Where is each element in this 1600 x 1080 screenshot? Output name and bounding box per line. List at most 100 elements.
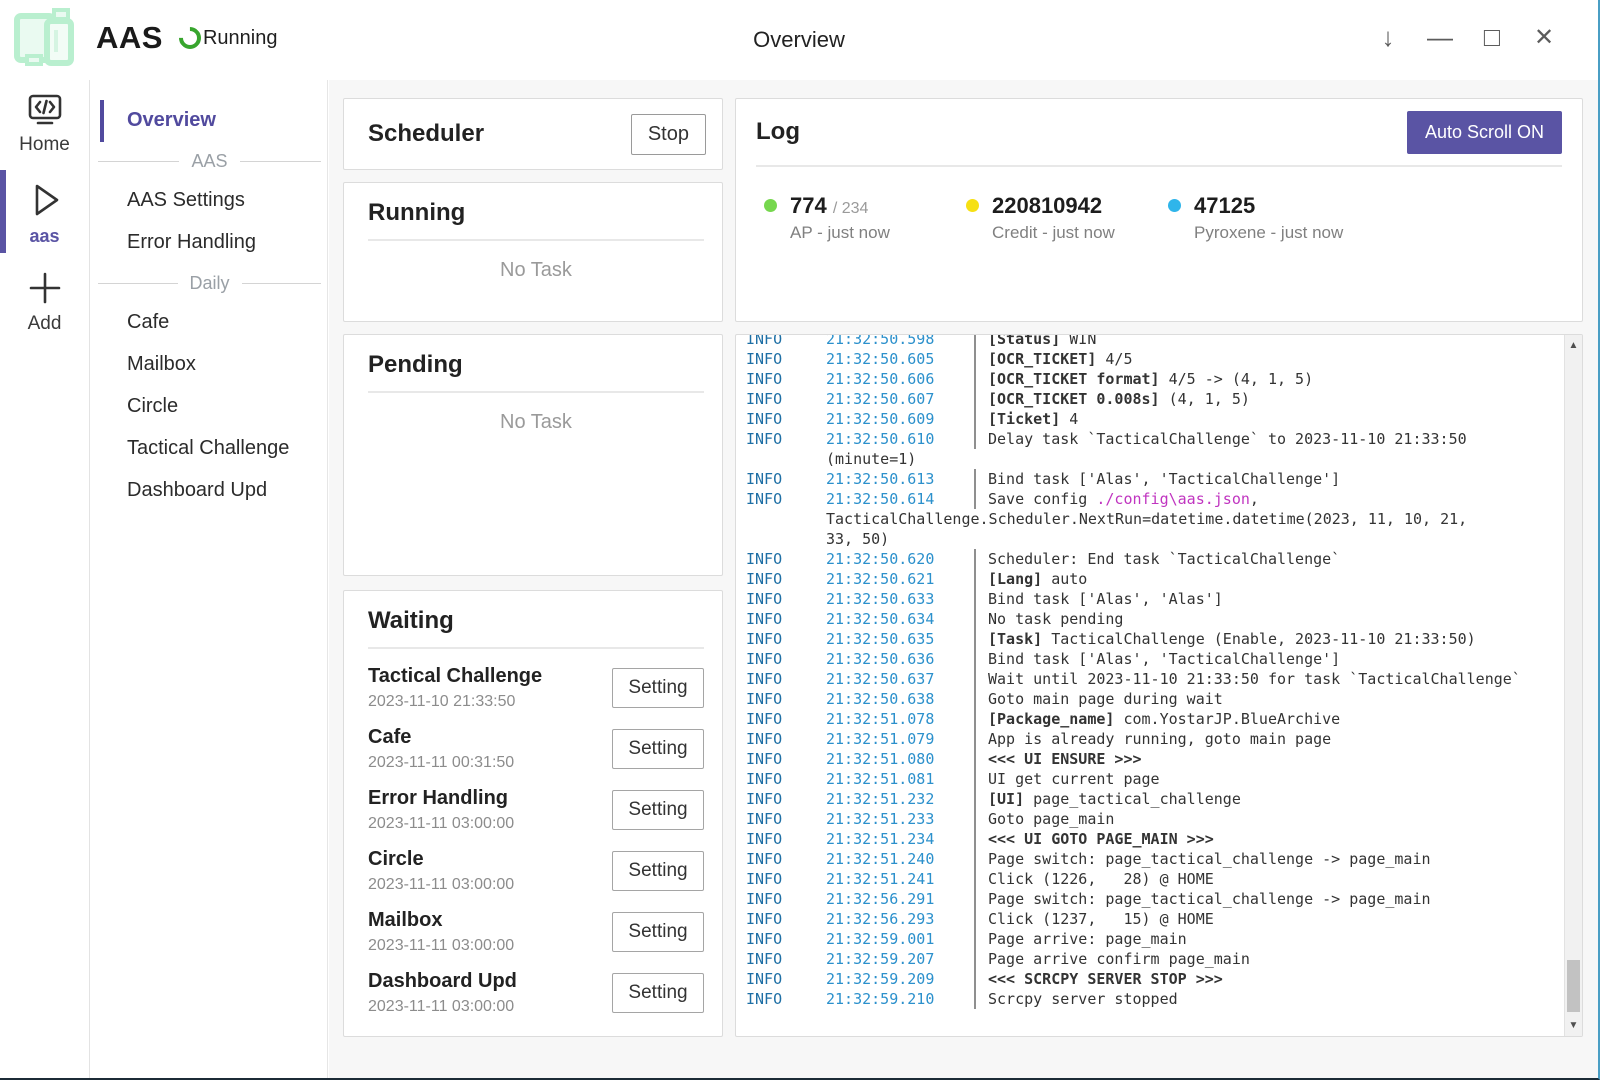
nav-item[interactable]: AAS Settings <box>90 180 327 222</box>
log-timestamp: 21:32:59.209 <box>826 969 974 989</box>
task-name: Tactical Challenge <box>368 665 542 688</box>
setting-button[interactable]: Setting <box>612 973 704 1013</box>
setting-button[interactable]: Setting <box>612 851 704 891</box>
page-title: Overview <box>0 27 1598 53</box>
log-message: Bind task ['Alas', 'TacticalChallenge'] <box>988 469 1340 489</box>
log-separator <box>974 389 976 409</box>
nav-item[interactable]: Dashboard Upd <box>90 470 327 512</box>
waiting-task-row: Error Handling 2023-11-11 03:00:00 Setti… <box>368 779 704 840</box>
nav-group1-items: AAS SettingsError Handling <box>90 180 327 264</box>
setting-button[interactable]: Setting <box>612 912 704 952</box>
log-timestamp: 21:32:56.293 <box>826 909 974 929</box>
stat-pyroxene: 47125 Pyroxene - just now <box>1168 193 1370 243</box>
waiting-card: Waiting Tactical Challenge 2023-11-10 21… <box>343 590 723 1037</box>
log-line: INFO 21:32:50.614 Save config ./config\a… <box>746 489 1563 509</box>
waiting-task-row: Circle 2023-11-11 03:00:00 Setting <box>368 840 704 901</box>
setting-button[interactable]: Setting <box>612 668 704 708</box>
log-timestamp: 21:32:50.638 <box>826 689 974 709</box>
auto-scroll-button[interactable]: Auto Scroll ON <box>1407 111 1562 154</box>
divider-line <box>98 283 178 284</box>
log-level: INFO <box>746 349 826 369</box>
waiting-task-row: Dashboard Upd 2023-11-11 03:00:00 Settin… <box>368 962 704 1023</box>
waiting-task-info: Error Handling 2023-11-11 03:00:00 <box>368 787 514 833</box>
maximize-icon[interactable]: □ <box>1466 14 1518 60</box>
log-line: INFO 21:32:59.001 Page arrive: page_main <box>746 929 1563 949</box>
log-message: TacticalChallenge.Scheduler.NextRun=date… <box>826 509 1467 529</box>
log-timestamp: 21:32:51.078 <box>826 709 974 729</box>
log-timestamp: 21:32:50.620 <box>826 549 974 569</box>
nav-item[interactable]: Cafe <box>90 302 327 344</box>
stop-button[interactable]: Stop <box>631 114 706 155</box>
nav-item[interactable]: Mailbox <box>90 344 327 386</box>
log-level: INFO <box>746 909 826 929</box>
log-separator <box>974 989 976 1009</box>
log-line: INFO 21:32:59.207 Page arrive confirm pa… <box>746 949 1563 969</box>
log-timestamp: 21:32:59.207 <box>826 949 974 969</box>
log-line: INFO 21:32:59.209 <<< SCRCPY SERVER STOP… <box>746 969 1563 989</box>
log-separator <box>974 749 976 769</box>
scroll-up-icon[interactable]: ▲ <box>1565 340 1582 351</box>
scheduler-title: Scheduler <box>368 120 484 148</box>
rail-item-label: aas <box>0 226 89 247</box>
log-message: Scheduler: End task `TacticalChallenge` <box>988 549 1340 569</box>
download-icon[interactable]: ↓ <box>1362 14 1414 60</box>
setting-button[interactable]: Setting <box>612 790 704 830</box>
close-icon[interactable]: ✕ <box>1518 14 1570 60</box>
log-level: INFO <box>746 789 826 809</box>
log-level: INFO <box>746 889 826 909</box>
nav-group-label: AAS <box>191 151 227 172</box>
rail-item-add[interactable]: Add <box>0 257 89 345</box>
log-line: INFO 21:32:50.607 [OCR_TICKET 0.008s] (4… <box>746 389 1563 409</box>
log-timestamp: 21:32:51.240 <box>826 849 974 869</box>
scheduler-column: Scheduler Stop Running No Task Pending N… <box>343 98 723 1037</box>
task-name: Cafe <box>368 726 514 749</box>
log-timestamp: 21:32:59.210 <box>826 989 974 1009</box>
log-timestamp: 21:32:59.001 <box>826 929 974 949</box>
log-level: INFO <box>746 335 826 349</box>
log-line: INFO 21:32:51.078 [Package_name] com.Yos… <box>746 709 1563 729</box>
nav-group-label: Daily <box>190 273 230 294</box>
setting-button[interactable]: Setting <box>612 729 704 769</box>
scroll-thumb[interactable] <box>1567 960 1580 1012</box>
log-message: 33, 50) <box>826 529 889 549</box>
log-level: INFO <box>746 689 826 709</box>
rail-item-home[interactable]: Home <box>0 80 89 166</box>
log-scrollbar[interactable]: ▲ ▼ <box>1564 335 1582 1036</box>
log-message: Page switch: page_tactical_challenge -> … <box>988 849 1431 869</box>
waiting-task-info: Mailbox 2023-11-11 03:00:00 <box>368 909 514 955</box>
log-line: INFO 21:32:51.234 <<< UI GOTO PAGE_MAIN … <box>746 829 1563 849</box>
log-header-card: Log Auto Scroll ON 774 / 234 AP - just n… <box>735 98 1583 322</box>
minimize-icon[interactable]: — <box>1414 14 1466 60</box>
log-timestamp: 21:32:50.598 <box>826 335 974 349</box>
waiting-task-info: Cafe 2023-11-11 00:31:50 <box>368 726 514 772</box>
scroll-down-icon[interactable]: ▼ <box>1565 1020 1582 1031</box>
rail-item-aas[interactable]: aas <box>0 166 89 257</box>
log-separator <box>974 889 976 909</box>
stat-label: AP - just now <box>790 223 890 243</box>
log-line: INFO 21:32:50.598 [Status] WIN <box>746 335 1563 349</box>
log-level: INFO <box>746 369 826 389</box>
log-message: [Task] TacticalChallenge (Enable, 2023-1… <box>988 629 1476 649</box>
log-message: [Ticket] 4 <box>988 409 1078 429</box>
log-line: INFO 21:32:50.634 No task pending <box>746 609 1563 629</box>
nav-item[interactable]: Circle <box>90 386 327 428</box>
log-line: INFO 21:32:56.291 Page switch: page_tact… <box>746 889 1563 909</box>
log-timestamp: 21:32:51.080 <box>826 749 974 769</box>
log-line: INFO 21:32:50.636 Bind task ['Alas', 'Ta… <box>746 649 1563 669</box>
log-message: App is already running, goto main page <box>988 729 1331 749</box>
nav-item[interactable]: Tactical Challenge <box>90 428 327 470</box>
log-separator <box>974 949 976 969</box>
nav-item-overview[interactable]: Overview <box>100 100 327 142</box>
waiting-task-info: Circle 2023-11-11 03:00:00 <box>368 848 514 894</box>
log-line: INFO 21:32:51.241 Click (1226, 28) @ HOM… <box>746 869 1563 889</box>
task-next-run: 2023-11-11 03:00:00 <box>368 815 514 833</box>
dashboard-stats: 774 / 234 AP - just now 220810942 Credit… <box>756 193 1562 243</box>
log-level: INFO <box>746 949 826 969</box>
log-line: INFO 21:32:50.613 Bind task ['Alas', 'Ta… <box>746 469 1563 489</box>
pending-card: Pending No Task <box>343 334 723 576</box>
nav-group-daily: Daily <box>90 264 327 302</box>
log-level <box>746 509 826 529</box>
running-title: Running <box>368 199 465 226</box>
stat-extra: / 234 <box>833 200 869 217</box>
nav-item[interactable]: Error Handling <box>90 222 327 264</box>
